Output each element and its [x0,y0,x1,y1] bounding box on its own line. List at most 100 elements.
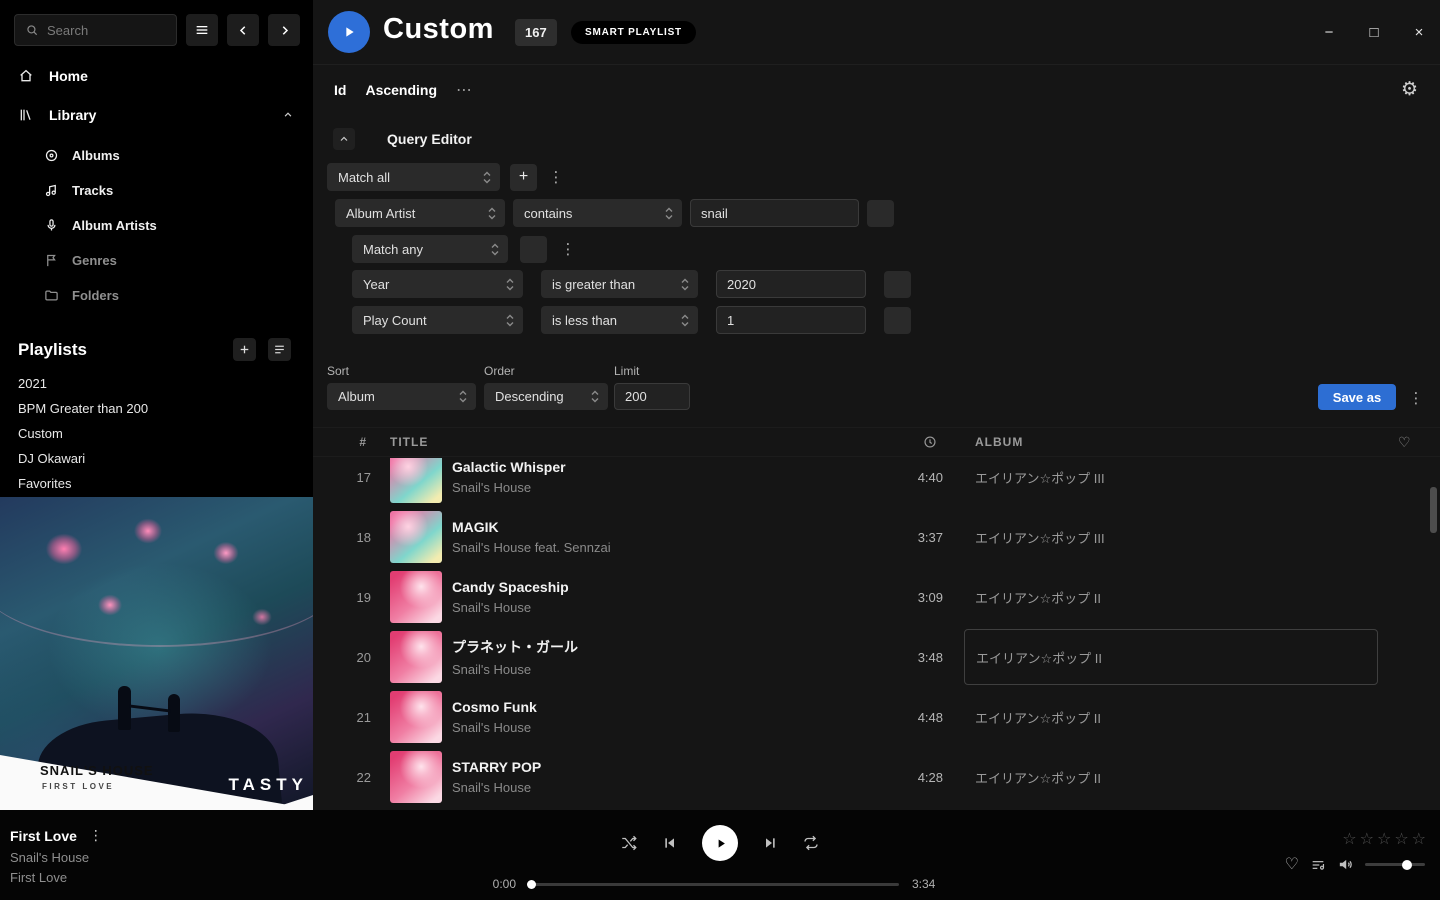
track-row[interactable]: 22 STARRY POPSnail's House 4:28 エイリアン☆ポッ… [313,747,1440,807]
artwork-figure [168,694,180,732]
now-playing-album[interactable]: First Love [10,870,103,885]
volume-slider-thumb[interactable] [1402,860,1412,870]
track-row[interactable]: 17 Galactic WhisperSnail's House 4:40 エイ… [313,458,1440,507]
track-row[interactable]: 18 MAGIKSnail's House feat. Sennzai 3:37… [313,507,1440,567]
track-artist[interactable]: Snail's House feat. Sennzai [452,540,850,555]
subgroup-menu-button[interactable]: ⋮ [559,236,577,263]
remove-rule-button[interactable] [867,200,894,227]
add-subrule-button[interactable] [520,236,547,263]
track-artist[interactable]: Snail's House [452,662,850,677]
sidebar-item-tracks[interactable]: Tracks [0,173,313,208]
previous-track-button[interactable] [662,835,678,851]
track-album-link[interactable]: エイリアン☆ポップ II [975,708,1101,727]
playlist-item[interactable]: BPM Greater than 200 [0,396,313,421]
close-button[interactable]: × [1410,24,1428,41]
track-album-link[interactable]: エイリアン☆ポップ II [975,588,1101,607]
playlist-list-options-button[interactable] [268,338,291,361]
more-options-button[interactable]: ⋯ [456,80,472,100]
queue-button[interactable] [1310,857,1326,873]
nav-back-button[interactable] [227,14,259,46]
album-column-header[interactable]: ALBUM [950,435,1380,449]
seek-slider-thumb[interactable] [527,880,536,889]
track-artist[interactable]: Snail's House [452,780,850,795]
rule-field-select[interactable]: Play Count [352,306,523,334]
next-track-button[interactable] [762,835,778,851]
rule-operator-select[interactable]: is less than [541,306,698,334]
track-album-link[interactable]: エイリアン☆ポップ II [976,648,1102,667]
track-album-link[interactable]: エイリアン☆ポップ III [975,528,1105,547]
track-row[interactable]: 19 Candy SpaceshipSnail's House 3:09 エイリ… [313,567,1440,627]
now-playing-menu-button[interactable]: ⋮ [89,827,103,844]
volume-slider[interactable] [1365,863,1425,866]
limit-input[interactable] [614,383,690,410]
index-column-header[interactable]: # [313,435,377,449]
track-album-link[interactable]: エイリアン☆ポップ III [975,468,1105,487]
rule-value-input[interactable] [716,306,866,334]
rule-group-menu-button[interactable]: ⋮ [547,164,565,191]
order-select[interactable]: Descending [484,383,608,410]
rule-operator-select[interactable]: is greater than [541,270,698,298]
maximize-button[interactable]: □ [1365,24,1383,41]
focused-album-cell[interactable]: エイリアン☆ポップ II [964,629,1378,685]
shuffle-button[interactable] [620,834,638,852]
star-icon[interactable]: ☆ [1412,829,1426,849]
rule-operator-select[interactable]: contains [513,199,682,227]
scrollbar-thumb[interactable] [1430,487,1437,533]
add-rule-button[interactable]: + [510,164,537,191]
track-row[interactable]: 20 プラネット・ガールSnail's House 3:48 エイリアン☆ポップ… [313,627,1440,687]
sidebar-item-album-artists[interactable]: Album Artists [0,208,313,243]
now-playing-artwork[interactable]: SNAIL'S HOUSE FIRST LOVE TASTY [0,497,313,810]
star-icon[interactable]: ☆ [1377,829,1391,849]
playlist-item[interactable]: Favorites [0,471,313,496]
star-icon[interactable]: ☆ [1394,829,1408,849]
subgroup-match-type-select[interactable]: Match any [352,235,508,263]
sidebar-item-genres[interactable]: Genres [0,243,313,278]
playlist-item[interactable]: 2021 [0,371,313,396]
playlist-item[interactable]: DJ Okawari [0,446,313,471]
now-playing-title[interactable]: First Love [10,828,77,844]
duration-column-header[interactable] [850,435,950,449]
sidebar-item-folders[interactable]: Folders [0,278,313,313]
track-artist[interactable]: Snail's House [452,600,850,615]
repeat-button[interactable] [802,834,820,852]
star-icon[interactable]: ☆ [1342,829,1356,849]
match-type-select[interactable]: Match all [327,163,500,191]
sort-select[interactable]: Album [327,383,476,410]
search-input[interactable] [47,23,166,38]
search-box[interactable] [14,14,177,46]
rule-field-select[interactable]: Year [352,270,523,298]
favorite-button[interactable]: ♡ [1285,857,1299,873]
now-playing-artist[interactable]: Snail's House [10,850,103,865]
remove-rule-button[interactable] [884,271,911,298]
sidebar-item-home[interactable]: Home [0,60,313,92]
rule-value-input[interactable] [690,199,859,227]
play-playlist-button[interactable] [328,11,370,53]
seek-slider[interactable] [529,883,899,886]
nav-forward-button[interactable] [268,14,300,46]
menu-button[interactable] [186,14,218,46]
volume-button[interactable] [1337,856,1354,873]
rule-field-select[interactable]: Album Artist [335,199,505,227]
rule-value-input[interactable] [716,270,866,298]
title-column-header[interactable]: TITLE [377,435,850,449]
play-pause-button[interactable] [702,825,738,861]
favorite-column-header[interactable]: ♡ [1380,434,1440,451]
remove-rule-button[interactable] [884,307,911,334]
track-album-link[interactable]: エイリアン☆ポップ II [975,768,1101,787]
track-artist[interactable]: Snail's House [452,720,850,735]
query-editor-collapse-button[interactable] [333,128,355,150]
minimize-button[interactable]: − [1320,24,1338,41]
sort-field-button[interactable]: Id [334,82,346,98]
select-chevrons-icon [665,207,673,220]
save-options-menu-button[interactable]: ⋮ [1407,384,1425,411]
playlist-item[interactable]: Custom [0,421,313,446]
sidebar-item-albums[interactable]: Albums [0,138,313,173]
track-artist[interactable]: Snail's House [452,480,850,495]
settings-gear-button[interactable]: ⚙ [1401,78,1418,101]
add-playlist-button[interactable] [233,338,256,361]
sort-direction-button[interactable]: Ascending [365,82,437,98]
save-as-button[interactable]: Save as [1318,384,1396,410]
sidebar-item-library[interactable]: Library [0,99,313,131]
star-icon[interactable]: ☆ [1360,829,1374,849]
track-row[interactable]: 21 Cosmo FunkSnail's House 4:48 エイリアン☆ポッ… [313,687,1440,747]
